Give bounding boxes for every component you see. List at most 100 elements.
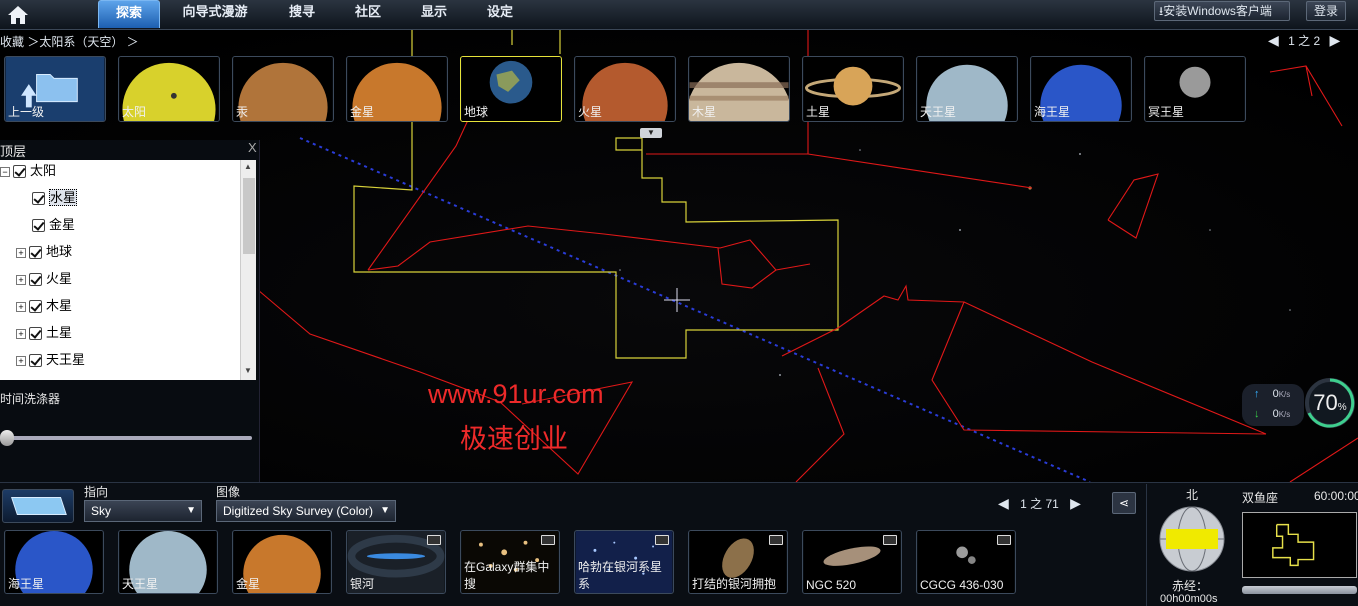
checkbox[interactable]: [29, 354, 42, 368]
login-button[interactable]: 登录: [1306, 1, 1346, 21]
install-client-button[interactable]: ⭳安装Windows客户端: [1154, 1, 1290, 21]
thumb-mercury[interactable]: 汞: [232, 56, 334, 122]
top-pager-text: 1 之 2: [1288, 34, 1321, 48]
network-speed-box: ↑ 0K/s ↓ 0K/s: [1242, 384, 1304, 426]
memory-usage-percent: 70%: [1303, 390, 1357, 416]
tree-item-label: 金星: [49, 217, 76, 232]
tab-settings[interactable]: 设定: [474, 0, 526, 28]
compass-globe-icon[interactable]: [1158, 505, 1226, 573]
result-thumb-cgcg-436-030[interactable]: CGCG 436-030: [916, 530, 1016, 594]
compass-divider: [1146, 484, 1147, 606]
close-icon[interactable]: X: [248, 140, 257, 155]
look-at-select[interactable]: Sky ▼: [84, 500, 202, 522]
time-scrubber-handle[interactable]: [0, 430, 14, 446]
breadcrumb-bar: 收藏 ＞太阳系（天空） ＞ ◀ 1 之 2 ▶: [0, 30, 1358, 52]
next-page-icon[interactable]: ▶: [1330, 32, 1341, 48]
image-icon: [427, 535, 441, 545]
thumb-label: 冥王星: [1148, 105, 1185, 119]
checkbox[interactable]: [32, 219, 45, 233]
thumb-label: 海王星: [1034, 105, 1071, 119]
expand-icon[interactable]: +: [16, 247, 26, 258]
tree-item-sun[interactable]: − 太阳: [0, 160, 56, 182]
expand-icon[interactable]: +: [16, 328, 26, 339]
thumb-earth[interactable]: 地球: [460, 56, 562, 122]
scrollbar-thumb[interactable]: [243, 178, 255, 254]
thumb-saturn[interactable]: 土星: [802, 56, 904, 122]
result-thumb-ngc-520[interactable]: NGC 520: [802, 530, 902, 594]
scroll-down-icon[interactable]: ▼: [244, 366, 252, 375]
thumb-label: 金星: [236, 577, 261, 591]
thumb-sun[interactable]: 太阳: [118, 56, 220, 122]
thumb-label: 火星: [578, 105, 603, 119]
speed-unit: K/s: [1278, 390, 1291, 399]
thumb-uranus[interactable]: 天王星: [916, 56, 1018, 122]
tab-search[interactable]: 搜寻: [276, 0, 328, 28]
imagery-select[interactable]: Digitized Sky Survey (Color) ▼: [216, 500, 396, 522]
home-icon[interactable]: [4, 2, 32, 26]
next-page-icon[interactable]: ▶: [1070, 495, 1081, 511]
checkbox[interactable]: [32, 192, 45, 206]
tree-item-earth[interactable]: + 地球: [16, 241, 72, 263]
thumb-venus[interactable]: 金星: [346, 56, 448, 122]
bottom-pager: ◀ 1 之 71 ▶: [998, 495, 1081, 512]
tab-explore[interactable]: 探索: [98, 0, 160, 28]
zoom-slider[interactable]: [1242, 586, 1357, 594]
tree-item-mars[interactable]: + 火星: [16, 268, 72, 290]
tree-item-jupiter[interactable]: + 木星: [16, 295, 72, 317]
result-thumb-galaxy-cluster[interactable]: 在Galaxy群集中搜: [460, 530, 560, 594]
thumb-pluto[interactable]: 冥王星: [1144, 56, 1246, 122]
result-thumb-milky-way[interactable]: 银河: [346, 530, 446, 594]
percent-number: 70: [1313, 390, 1338, 415]
checkbox[interactable]: [29, 300, 42, 314]
result-thumb-knotted-galaxies[interactable]: 打结的银河拥抱: [688, 530, 788, 594]
result-thumb-neptune[interactable]: 海王星: [4, 530, 104, 594]
collapse-icon[interactable]: −: [0, 166, 10, 177]
thumb-label: 银河: [350, 577, 375, 591]
layer-scrollbar[interactable]: ▲ ▼: [240, 160, 256, 380]
upload-speed: ↑ 0K/s: [1254, 388, 1290, 400]
constellation-mini-view[interactable]: [1242, 512, 1357, 578]
thumb-jupiter[interactable]: 木星: [688, 56, 790, 122]
result-thumb-hubble-milky-way[interactable]: 哈勃在银河系星系: [574, 530, 674, 594]
look-at-sky-icon[interactable]: [2, 489, 74, 523]
tab-community[interactable]: 社区: [342, 0, 394, 28]
dropdown-arrow-icon: ▼: [186, 505, 196, 516]
tab-guided-tours[interactable]: 向导式漫游: [170, 0, 260, 28]
thumb-up-level[interactable]: 上一级: [4, 56, 106, 122]
expand-icon[interactable]: +: [16, 355, 26, 366]
collapse-thumbs-icon[interactable]: ▼: [640, 128, 662, 138]
expand-icon[interactable]: +: [16, 301, 26, 312]
checkbox[interactable]: [29, 273, 42, 287]
tree-item-venus[interactable]: 金星: [32, 214, 75, 236]
dropdown-arrow-icon: ▼: [380, 505, 390, 516]
thumb-label: 上一级: [8, 105, 45, 119]
thumb-mars[interactable]: 火星: [574, 56, 676, 122]
prev-page-icon[interactable]: ◀: [998, 495, 1009, 511]
tree-item-saturn[interactable]: + 土星: [16, 322, 72, 344]
download-speed: ↓ 0K/s: [1254, 408, 1290, 420]
checkbox[interactable]: [13, 165, 26, 179]
tree-item-label: 天王星: [46, 352, 86, 367]
breadcrumb[interactable]: 收藏 ＞太阳系（天空） ＞: [0, 33, 139, 50]
thumb-neptune[interactable]: 海王星: [1030, 56, 1132, 122]
image-icon: [541, 535, 555, 545]
expand-icon[interactable]: +: [16, 274, 26, 285]
share-button[interactable]: ⋖: [1112, 492, 1136, 514]
tree-item-uranus[interactable]: + 天王星: [16, 349, 85, 371]
tree-item-mercury[interactable]: 水星: [32, 187, 78, 209]
tab-view[interactable]: 显示: [408, 0, 460, 28]
thumb-label: NGC 520: [806, 578, 857, 592]
result-thumb-uranus[interactable]: 天王星: [118, 530, 218, 594]
time-scrubber-track[interactable]: [2, 436, 252, 440]
image-icon: [769, 535, 783, 545]
prev-page-icon[interactable]: ◀: [1268, 32, 1279, 48]
checkbox[interactable]: [29, 327, 42, 341]
checkbox[interactable]: [29, 246, 42, 260]
thumb-label: 太阳: [122, 105, 147, 119]
field-of-view: 60:00:00: [1314, 489, 1358, 503]
result-thumb-venus[interactable]: 金星: [232, 530, 332, 594]
image-icon: [997, 535, 1011, 545]
tree-item-label: 火星: [46, 271, 73, 286]
scroll-up-icon[interactable]: ▲: [244, 162, 252, 171]
layer-panel-title: 顶层: [0, 144, 27, 159]
